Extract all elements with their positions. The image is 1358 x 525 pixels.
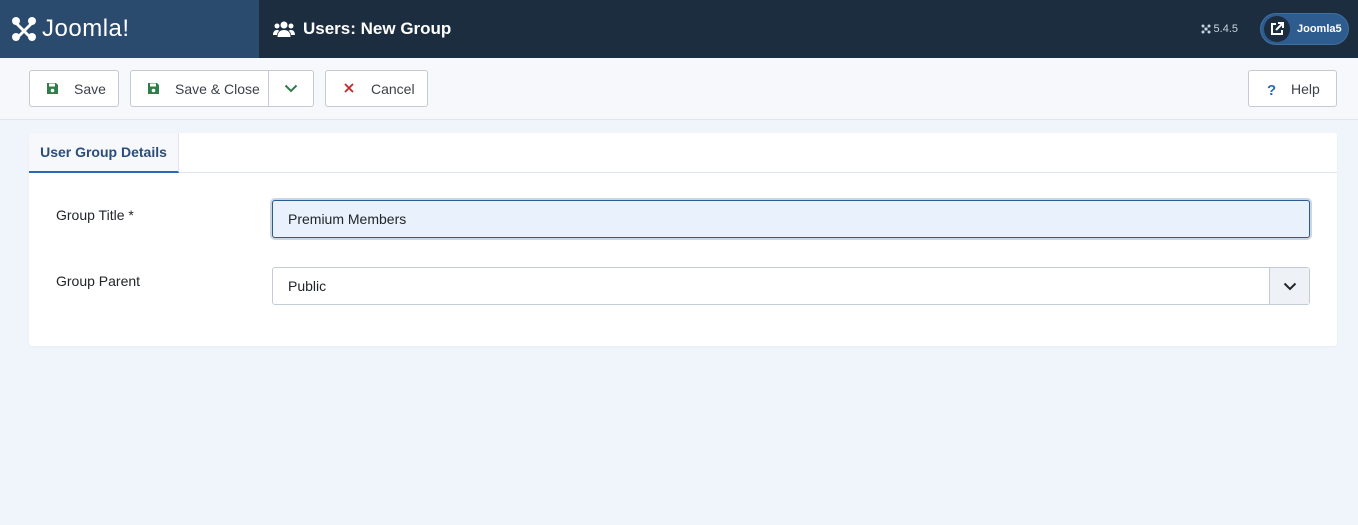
toolbar: Save Save & Close Cancel ? Help [0, 58, 1358, 120]
save-label: Save [74, 80, 106, 97]
brand-logo[interactable]: Joomla! [0, 0, 259, 58]
group-title-input[interactable] [272, 200, 1310, 238]
group-parent-select[interactable]: Public [272, 267, 1310, 305]
top-header: Joomla! Users: New Group 5.4.5 Joomla5 [0, 0, 1358, 58]
tab-user-group-details[interactable]: User Group Details [29, 133, 179, 173]
brand-text: Joomla! [42, 15, 130, 42]
save-icon [147, 82, 161, 96]
view-site-button[interactable]: Joomla5 [1260, 13, 1349, 45]
close-icon [343, 82, 357, 96]
user-group-form-card: User Group Details Group Title * Group P… [29, 133, 1337, 346]
group-parent-value: Public [288, 278, 327, 294]
save-options-dropdown-toggle[interactable] [269, 71, 313, 106]
tab-bar: User Group Details [29, 133, 1337, 173]
version-number: 5.4.5 [1213, 23, 1238, 35]
page-title: Users: New Group [303, 19, 452, 38]
cancel-button[interactable]: Cancel [325, 70, 428, 107]
chevron-down-icon [284, 84, 298, 93]
group-parent-label: Group Parent [56, 273, 141, 289]
save-button[interactable]: Save [29, 70, 119, 107]
site-name: Joomla5 [1297, 23, 1342, 35]
users-icon [273, 21, 295, 37]
save-close-button-group: Save & Close [130, 70, 314, 107]
question-icon: ? [1267, 81, 1277, 99]
external-link-icon [1264, 16, 1290, 42]
cancel-label: Cancel [371, 80, 415, 97]
joomla-logo-icon [12, 17, 36, 41]
save-icon [46, 82, 60, 96]
help-button[interactable]: ? Help [1248, 70, 1337, 107]
joomla-small-icon [1201, 24, 1211, 34]
group-title-label: Group Title * [56, 207, 134, 223]
save-close-label: Save & Close [175, 80, 260, 97]
chevron-down-icon [1269, 268, 1309, 304]
version-info: 5.4.5 [1201, 23, 1238, 35]
help-label: Help [1291, 80, 1320, 97]
save-close-button[interactable]: Save & Close [131, 71, 270, 106]
